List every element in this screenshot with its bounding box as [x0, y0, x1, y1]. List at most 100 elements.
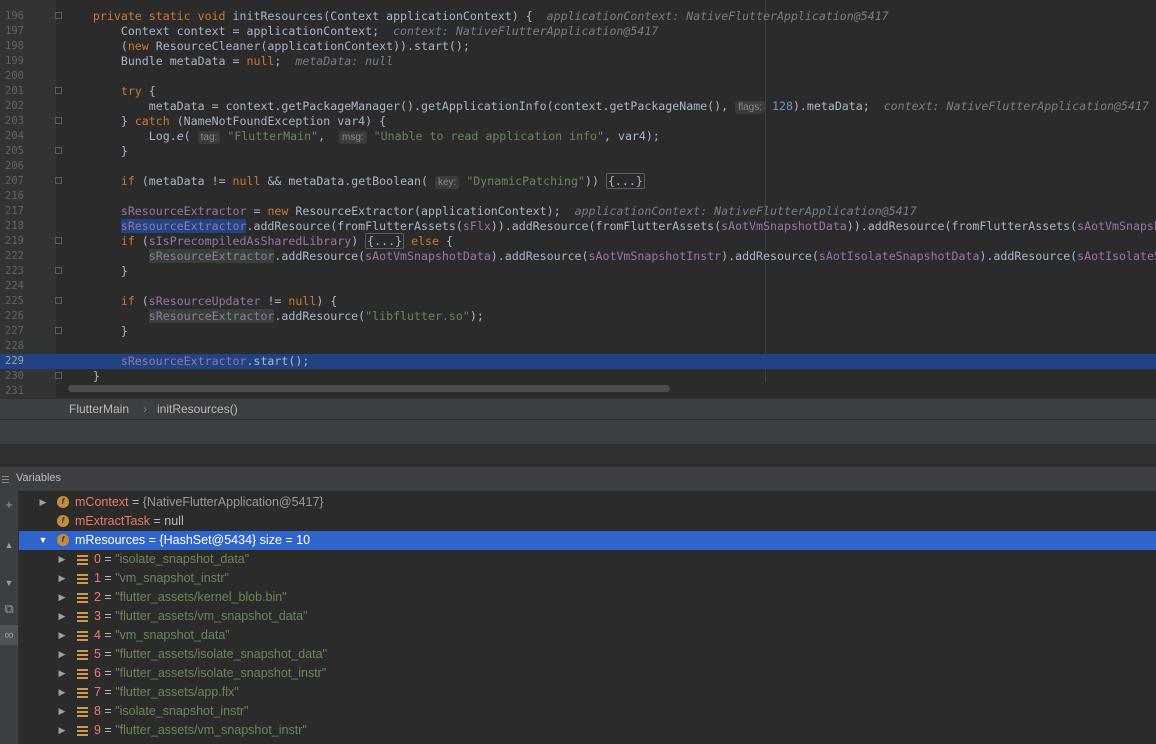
code-line[interactable]: 197 Context context = applicationContext… — [0, 24, 1156, 39]
code-line[interactable]: 201 try { — [0, 84, 1156, 99]
variable-name: 5 — [94, 647, 101, 661]
code-line[interactable]: 217 sResourceExtractor = new ResourceExt… — [0, 204, 1156, 219]
tree-row-field[interactable]: ▼ f mResources = {HashSet@5434} size = 10 — [19, 531, 1156, 550]
code-line[interactable]: 225 if (sResourceUpdater != null) { — [0, 294, 1156, 309]
tree-row-element[interactable]: ▶ 5 = "flutter_assets/isolate_snapshot_da… — [19, 645, 1156, 664]
code-line[interactable]: 203 } catch (NameNotFoundException var4)… — [0, 114, 1156, 129]
line-number[interactable]: 227 — [0, 324, 24, 339]
line-number[interactable]: 216 — [0, 189, 24, 204]
horizontal-scrollbar[interactable] — [68, 385, 670, 392]
line-number[interactable]: 226 — [0, 309, 24, 324]
fold-toggle-icon[interactable] — [55, 297, 62, 304]
line-number[interactable]: 207 — [0, 174, 24, 189]
line-number[interactable]: 223 — [0, 264, 24, 279]
expand-arrow-icon[interactable]: ▶ — [57, 588, 67, 607]
line-number[interactable]: 201 — [0, 84, 24, 99]
expand-arrow-icon[interactable]: ▶ — [57, 626, 67, 645]
expand-arrow-icon[interactable]: ▶ — [57, 702, 67, 721]
line-number[interactable]: 196 — [0, 9, 24, 24]
tree-row-field[interactable]: ▶ f mContext = {NativeFlutterApplication@5… — [19, 493, 1156, 512]
code-line[interactable]: 218 sResourceExtractor.addResource(fromF… — [0, 219, 1156, 234]
panel-grip-icon[interactable] — [2, 476, 9, 483]
code-line[interactable]: 219 if (sIsPrecompiledAsSharedLibrary) {… — [0, 233, 1156, 249]
move-up-icon[interactable]: ▲ — [0, 535, 18, 555]
line-number[interactable]: 198 — [0, 39, 24, 54]
code-line[interactable]: 207 if (metaData != null && metaData.get… — [0, 173, 1156, 189]
copy-icon[interactable]: ⧉ — [0, 599, 18, 619]
breadcrumb-method[interactable]: initResources() — [157, 402, 238, 416]
expand-arrow-icon[interactable]: ▶ — [57, 607, 67, 626]
line-number[interactable]: 225 — [0, 294, 24, 309]
code-token[interactable]: {...} — [365, 233, 405, 249]
tree-row-element[interactable]: ▶ 7 = "flutter_assets/app.flx" — [19, 683, 1156, 702]
expand-arrow-icon[interactable]: ▶ — [57, 683, 67, 702]
line-number[interactable]: 231 — [0, 384, 24, 398]
line-number[interactable]: 229 — [0, 354, 24, 369]
tree-row-element[interactable]: ▶ 0 = "isolate_snapshot_data" — [19, 550, 1156, 569]
line-number[interactable]: 197 — [0, 24, 24, 39]
tree-row-element[interactable]: ▶ 6 = "flutter_assets/isolate_snapshot_in… — [19, 664, 1156, 683]
expand-arrow-icon[interactable]: ▶ — [57, 645, 67, 664]
line-number[interactable]: 228 — [0, 339, 24, 354]
tree-row-field[interactable]: f mExtractTask = null — [19, 512, 1156, 531]
line-number[interactable]: 199 — [0, 54, 24, 69]
line-number[interactable]: 222 — [0, 249, 24, 264]
expand-arrow-icon[interactable]: ▶ — [38, 493, 48, 512]
collapse-arrow-icon[interactable]: ▼ — [38, 531, 48, 550]
line-number[interactable]: 218 — [0, 219, 24, 234]
fold-toggle-icon[interactable] — [55, 237, 62, 244]
code-line[interactable]: 206 — [0, 159, 1156, 174]
code-line[interactable]: 204 Log.e( tag: "FlutterMain", msg: "Una… — [0, 129, 1156, 144]
code-line[interactable]: 200 — [0, 69, 1156, 84]
line-number[interactable]: 205 — [0, 144, 24, 159]
code-line[interactable]: 229 sResourceExtractor.start(); — [0, 354, 1156, 369]
tree-row-element[interactable]: ▶ 2 = "flutter_assets/kernel_blob.bin" — [19, 588, 1156, 607]
add-watch-icon[interactable]: + — [0, 495, 18, 515]
code-line[interactable]: 226 sResourceExtractor.addResource("libf… — [0, 309, 1156, 324]
fold-toggle-icon[interactable] — [55, 117, 62, 124]
code-line[interactable]: 223 } — [0, 264, 1156, 279]
line-number[interactable]: 230 — [0, 369, 24, 384]
code-line[interactable]: 222 sResourceExtractor.addResource(sAotV… — [0, 249, 1156, 264]
code-token[interactable]: {...} — [605, 173, 645, 189]
line-number[interactable]: 203 — [0, 114, 24, 129]
code-line[interactable]: 205 } — [0, 144, 1156, 159]
expand-arrow-icon[interactable]: ▶ — [57, 569, 67, 588]
code-line[interactable]: 198 (new ResourceCleaner(applicationCont… — [0, 39, 1156, 54]
line-number[interactable]: 204 — [0, 129, 24, 144]
fold-toggle-icon[interactable] — [55, 147, 62, 154]
line-number[interactable]: 224 — [0, 279, 24, 294]
code-line[interactable]: 202 metaData = context.getPackageManager… — [0, 99, 1156, 114]
line-number[interactable]: 217 — [0, 204, 24, 219]
code-line[interactable]: 230 } — [0, 369, 1156, 384]
line-number[interactable]: 206 — [0, 159, 24, 174]
breadcrumb-class[interactable]: FlutterMain — [69, 402, 129, 416]
tree-row-element[interactable]: ▶ 3 = "flutter_assets/vm_snapshot_data" — [19, 607, 1156, 626]
expand-arrow-icon[interactable]: ▶ — [57, 550, 67, 569]
tree-row-element[interactable]: ▶ 1 = "vm_snapshot_instr" — [19, 569, 1156, 588]
variables-tree[interactable]: ▶ f mContext = {NativeFlutterApplication@5… — [19, 491, 1156, 744]
code-line[interactable]: 224 — [0, 279, 1156, 294]
code-line[interactable]: 196 private static void initResources(Co… — [0, 9, 1156, 24]
tree-row-element[interactable]: ▶ 4 = "vm_snapshot_data" — [19, 626, 1156, 645]
fold-toggle-icon[interactable] — [55, 87, 62, 94]
code-line[interactable]: 199 Bundle metaData = null; metaData: nu… — [0, 54, 1156, 69]
code-line[interactable]: 227 } — [0, 324, 1156, 339]
expand-arrow-icon[interactable]: ▶ — [57, 664, 67, 683]
code-line[interactable]: 216 — [0, 189, 1156, 204]
fold-toggle-icon[interactable] — [55, 12, 62, 19]
line-number[interactable]: 219 — [0, 234, 24, 249]
tree-row-element[interactable]: ▶ 9 = "flutter_assets/vm_snapshot_instr" — [19, 721, 1156, 740]
code-editor[interactable]: 196 private static void initResources(Co… — [0, 0, 1156, 398]
tree-row-element[interactable]: ▶ 8 = "isolate_snapshot_instr" — [19, 702, 1156, 721]
glasses-icon[interactable]: ∞ — [0, 625, 18, 645]
fold-toggle-icon[interactable] — [55, 267, 62, 274]
fold-toggle-icon[interactable] — [55, 327, 62, 334]
expand-arrow-icon[interactable]: ▶ — [57, 721, 67, 740]
line-number[interactable]: 200 — [0, 69, 24, 84]
move-down-icon[interactable]: ▼ — [0, 573, 18, 593]
fold-toggle-icon[interactable] — [55, 177, 62, 184]
fold-toggle-icon[interactable] — [55, 372, 62, 379]
code-line[interactable]: 228 — [0, 339, 1156, 354]
line-number[interactable]: 202 — [0, 99, 24, 114]
